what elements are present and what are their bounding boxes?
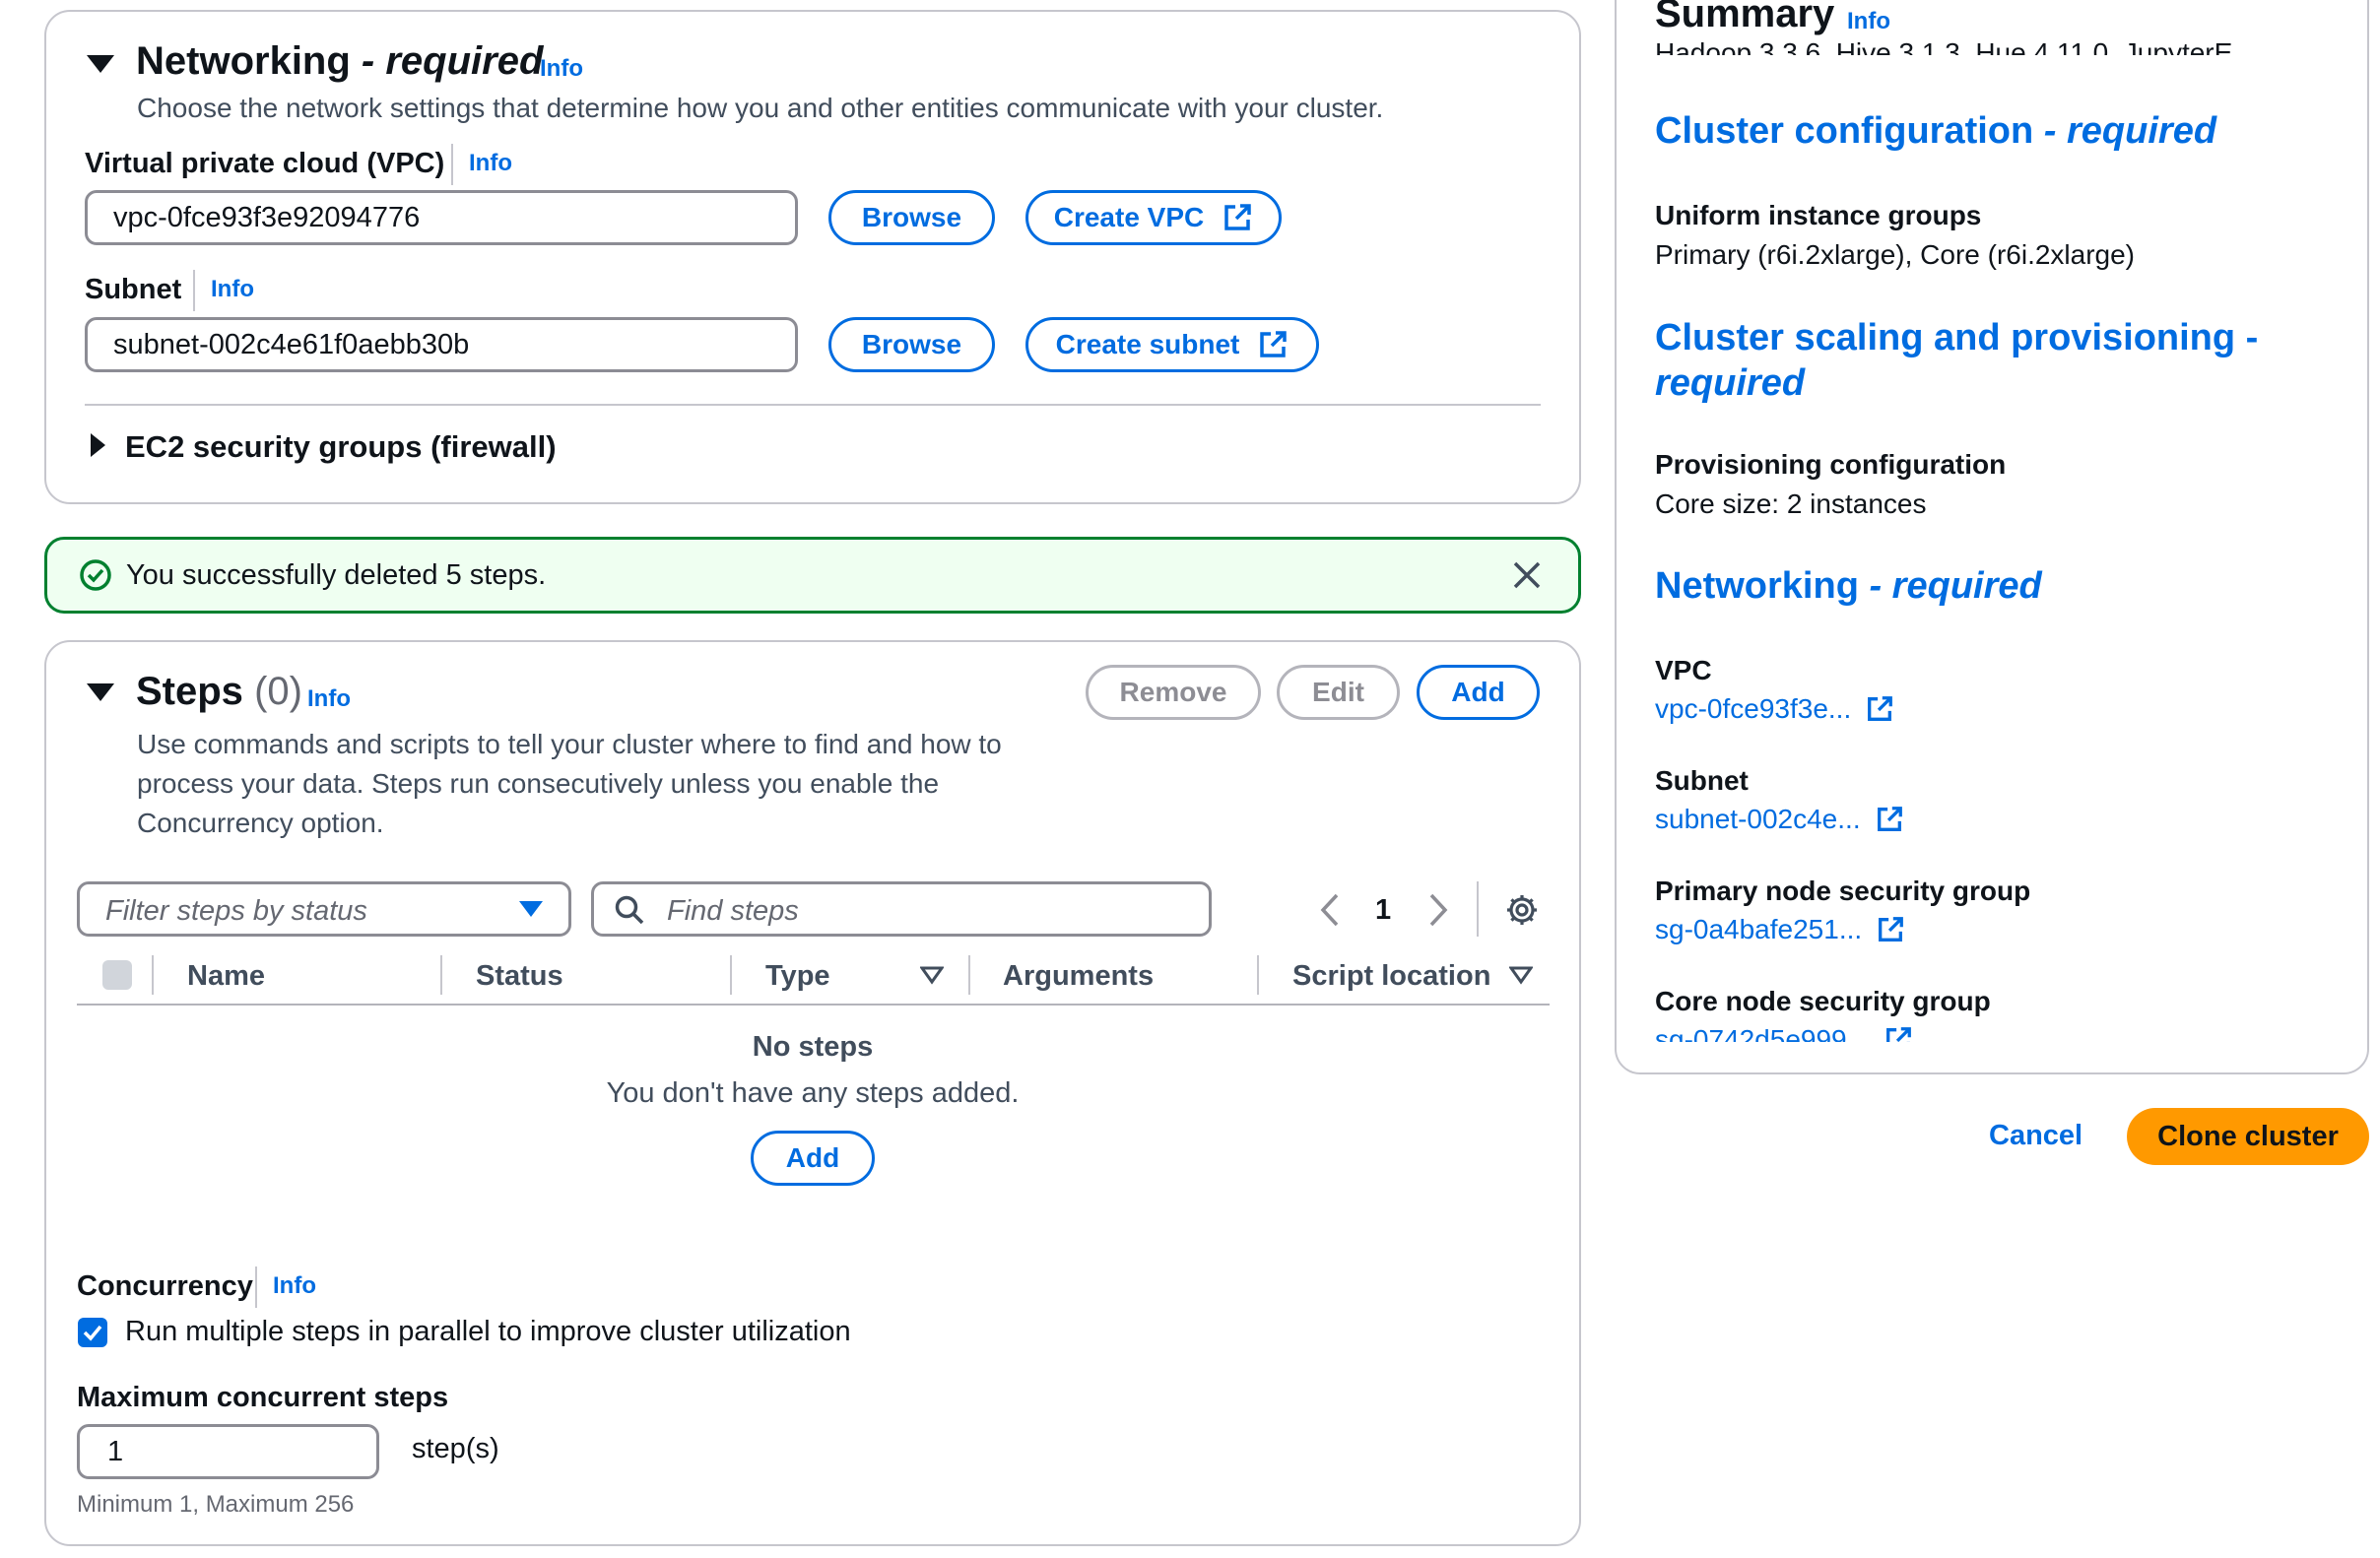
concurrency-label: Concurrency [77, 1270, 253, 1302]
concurrency-info-link[interactable]: Info [273, 1272, 316, 1300]
networking-info-link[interactable]: Info [540, 55, 583, 83]
summary-scroll-area[interactable]: Hadoop 3.3.6, Hive 3.1.3, Hue 4.11.0, Ju… [1617, 0, 2365, 1042]
subnet-input[interactable]: subnet-002c4e61f0aebb30b [85, 317, 798, 372]
remove-step-button[interactable]: Remove [1086, 665, 1261, 720]
column-header-status[interactable]: Status [476, 960, 563, 993]
create-vpc-button[interactable]: Create VPC [1025, 190, 1282, 245]
edit-step-button[interactable]: Edit [1277, 665, 1400, 720]
caret-down-icon [519, 901, 543, 917]
column-header-arguments[interactable]: Arguments [1003, 960, 1154, 993]
empty-state-title: No steps [752, 1031, 874, 1063]
chevron-right-icon[interactable] [1426, 892, 1450, 928]
cluster-configuration-link[interactable]: Cluster configuration - required [1655, 108, 2216, 154]
divider [85, 404, 1541, 406]
search-icon [615, 895, 644, 925]
summary-subnet-link[interactable]: subnet-002c4e... [1655, 804, 1904, 835]
steps-description: Use commands and scripts to tell your cl… [137, 729, 1002, 838]
select-all-checkbox[interactable] [102, 960, 132, 990]
gear-icon[interactable] [1504, 892, 1540, 928]
divider [730, 955, 732, 995]
create-subnet-button[interactable]: Create subnet [1025, 317, 1319, 372]
divider [152, 955, 154, 995]
summary-subnet-label: Subnet [1655, 765, 1749, 796]
core-sg-link[interactable]: sg-0742d5e999... [1655, 1024, 1913, 1042]
divider [440, 955, 442, 995]
vpc-label: Virtual private cloud (VPC) [85, 148, 445, 179]
subnet-info-link[interactable]: Info [211, 276, 254, 303]
summary-vpc-link[interactable]: vpc-0fce93f3e... [1655, 693, 1894, 725]
max-concurrent-unit: step(s) [412, 1433, 499, 1464]
divider [1477, 881, 1479, 937]
external-link-icon [1260, 331, 1288, 357]
steps-title: Steps (0) [136, 670, 302, 713]
networking-summary-link[interactable]: Networking - required [1655, 563, 2042, 609]
collapse-caret-icon[interactable] [87, 683, 114, 701]
vpc-input[interactable]: vpc-0fce93f3e92094776 [85, 190, 798, 245]
status-filter-select[interactable]: Filter steps by status [77, 881, 571, 937]
summary-title: Summary [1655, 0, 1835, 35]
close-icon[interactable] [1512, 560, 1542, 590]
column-header-type[interactable]: Type [765, 960, 830, 993]
checkmark-icon [83, 1325, 102, 1341]
subnet-browse-button[interactable]: Browse [828, 317, 995, 372]
table-header-divider [77, 1004, 1550, 1006]
steps-info-link[interactable]: Info [307, 685, 351, 713]
external-link-icon [1224, 204, 1251, 230]
empty-add-button[interactable]: Add [751, 1131, 875, 1186]
filter-caret-icon[interactable] [1509, 965, 1533, 985]
filter-placeholder: Filter steps by status [105, 895, 367, 927]
find-steps-input[interactable]: Find steps [591, 881, 1212, 937]
provisioning-config-value: Core size: 2 instances [1655, 488, 1927, 519]
filter-caret-icon[interactable] [920, 965, 944, 985]
uniform-instance-groups-value: Primary (r6i.2xlarge), Core (r6i.2xlarge… [1655, 239, 2136, 270]
divider [968, 955, 970, 995]
uniform-instance-groups-label: Uniform instance groups [1655, 200, 1982, 230]
external-link-icon [1868, 696, 1893, 721]
max-concurrent-hint: Minimum 1, Maximum 256 [77, 1491, 355, 1518]
concurrency-checkbox[interactable] [78, 1318, 107, 1347]
external-link-icon [1886, 1027, 1911, 1042]
security-groups-expander[interactable]: EC2 security groups (firewall) [125, 429, 557, 465]
concurrency-checkbox-label[interactable]: Run multiple steps in parallel to improv… [125, 1316, 851, 1348]
subnet-label: Subnet [85, 274, 182, 305]
column-header-script-location[interactable]: Script location [1292, 960, 1490, 993]
external-link-icon [1879, 917, 1904, 941]
primary-sg-label: Primary node security group [1655, 876, 2031, 906]
vpc-info-link[interactable]: Info [469, 150, 512, 177]
external-link-icon [1877, 807, 1902, 831]
expand-caret-icon[interactable] [91, 433, 105, 457]
divider [255, 1266, 257, 1308]
networking-title: Networking - required [136, 39, 544, 83]
page-number[interactable]: 1 [1375, 894, 1391, 927]
max-concurrent-input[interactable]: 1 [77, 1424, 379, 1479]
divider [1257, 955, 1259, 995]
collapse-caret-icon[interactable] [87, 55, 114, 73]
core-sg-label: Core node security group [1655, 986, 1991, 1016]
primary-sg-link[interactable]: sg-0a4bafe251... [1655, 914, 1905, 945]
flash-message: You successfully deleted 5 steps. [126, 559, 547, 591]
vpc-browse-button[interactable]: Browse [828, 190, 995, 245]
cluster-scaling-link[interactable]: Cluster scaling and provisioning - requir… [1655, 315, 2285, 406]
add-step-button[interactable]: Add [1417, 665, 1540, 720]
clone-cluster-button[interactable]: Clone cluster [2127, 1108, 2369, 1165]
divider [451, 144, 453, 185]
chevron-left-icon[interactable] [1318, 892, 1342, 928]
provisioning-config-label: Provisioning configuration [1655, 449, 2007, 480]
networking-description: Choose the network settings that determi… [137, 93, 1384, 123]
column-header-name[interactable]: Name [187, 960, 265, 993]
max-concurrent-label: Maximum concurrent steps [77, 1382, 449, 1413]
divider [193, 270, 195, 311]
summary-info-link[interactable]: Info [1847, 8, 1890, 35]
search-placeholder: Find steps [667, 895, 799, 927]
check-circle-icon [80, 559, 111, 591]
cancel-button[interactable]: Cancel [1989, 1120, 2082, 1152]
empty-state-message: You don't have any steps added. [606, 1077, 1020, 1109]
summary-vpc-label: VPC [1655, 655, 1712, 685]
